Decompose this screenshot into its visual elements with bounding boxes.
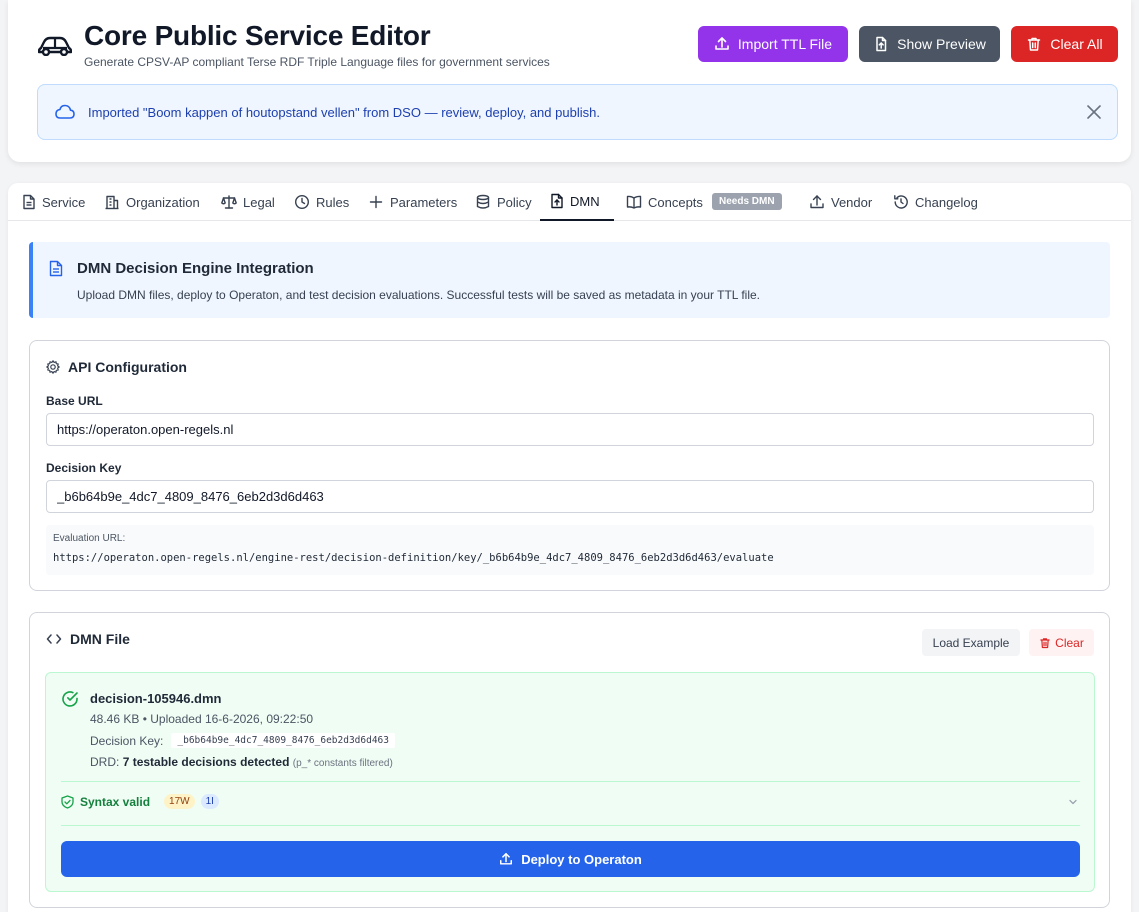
tab-parameters[interactable]: Parameters [366,183,459,221]
clear-label: Clear [1055,635,1084,650]
gear-icon [46,360,60,374]
dmn-file-panel: DMN File Load Example Clear decision-105… [29,612,1110,908]
tab-legal[interactable]: Legal [219,183,277,221]
tab-label: Service [42,194,86,210]
tab-policy[interactable]: Policy [473,183,534,221]
divider [61,781,1080,782]
check-circle-icon [61,690,79,708]
tab-rules[interactable]: Rules [292,183,351,221]
upload-icon [714,36,730,52]
dmn-file-heading: DMN File [46,631,130,647]
tab-label: Parameters [390,194,458,210]
tab-organization[interactable]: Organization [102,183,202,221]
drd-note: (p_* constants filtered) [292,758,393,769]
infos-badge: 1I [200,794,219,809]
drd-summary: DRD: 7 testable decisions detected (p_* … [90,755,393,769]
file-decision-key: Decision Key: _b6b64b9e_4dc7_4809_8476_6… [90,733,395,748]
shield-check-icon [61,794,74,809]
drd-prefix: DRD: [90,755,120,769]
clock-icon [294,194,310,210]
base-url-label: Base URL [46,394,103,408]
tab-label: Vendor [831,194,873,210]
upload-icon [809,194,825,210]
tab-label: DMN [570,193,600,209]
tab-label: Policy [497,194,532,210]
show-preview-label: Show Preview [897,36,986,52]
tab-label: Organization [126,194,200,210]
document-icon [22,194,36,210]
trash-icon [1039,637,1051,649]
plus-icon [368,194,384,210]
scale-icon [221,194,237,210]
import-notice: Imported "Boom kappen of houtopstand vel… [37,84,1118,140]
base-url-input[interactable] [46,413,1094,446]
file-upload-icon [873,36,889,52]
dmn-file-title: DMN File [70,631,130,647]
evaluation-url-label: Evaluation URL: [53,533,126,544]
syntax-status-row[interactable]: Syntax valid 17W 1I [61,794,219,809]
decision-key-code: _b6b64b9e_4dc7_4809_8476_6eb2d3d6d463 [171,733,395,748]
code-icon [46,632,62,646]
dmn-info-box: DMN Decision Engine Integration Upload D… [29,242,1110,318]
import-ttl-button[interactable]: Import TTL File [698,26,848,62]
file-name: decision-105946.dmn [90,691,222,706]
api-configuration-heading: API Configuration [46,359,187,375]
dmn-info-description: Upload DMN files, deploy to Operaton, an… [77,288,761,302]
tab-label: Legal [243,194,275,210]
decision-key-input[interactable] [46,480,1094,513]
main-card: Service Organization Legal Rules Paramet… [8,183,1131,912]
decision-key-caption: Decision Key: [90,733,164,748]
tab-concepts[interactable]: Concepts [624,183,705,221]
header-card: Core Public Service Editor Generate CPSV… [8,0,1131,162]
upload-icon [499,852,513,866]
evaluation-url: https://operaton.open-regels.nl/engine-r… [53,552,774,564]
clear-all-button[interactable]: Clear All [1011,26,1118,62]
tab-service[interactable]: Service [20,183,87,221]
tab-bar: Service Organization Legal Rules Paramet… [8,183,1131,221]
import-ttl-label: Import TTL File [737,36,833,52]
building-icon [104,194,120,210]
decision-key-label: Decision Key [46,461,122,475]
close-icon[interactable] [1085,103,1103,121]
divider [61,825,1080,826]
uploaded-file-card: decision-105946.dmn 48.46 KB • Uploaded … [45,672,1095,892]
tab-label: Rules [316,194,350,210]
tab-label: Concepts [648,194,703,210]
deploy-to-operaton-button[interactable]: Deploy to Operaton [61,841,1080,877]
drd-count: 7 testable decisions detected [122,755,290,769]
file-meta: 48.46 KB • Uploaded 16-6-2026, 09:22:50 [90,712,314,726]
warnings-badge: 17W [164,794,195,809]
car-logo-icon [38,34,72,56]
evaluation-url-box: Evaluation URL: https://operaton.open-re… [46,525,1094,575]
database-icon [475,194,491,210]
tab-vendor[interactable]: Vendor [807,183,874,221]
cloud-icon [54,103,76,121]
document-icon [49,260,63,277]
trash-icon [1026,36,1042,52]
clear-button[interactable]: Clear [1029,629,1094,656]
show-preview-button[interactable]: Show Preview [859,26,1000,62]
app-subtitle: Generate CPSV-AP compliant Terse RDF Tri… [84,55,550,69]
tab-dmn[interactable]: DMN [540,183,614,221]
deploy-label: Deploy to Operaton [521,851,642,867]
app-title: Core Public Service Editor [84,20,431,51]
chevron-down-icon[interactable] [1068,797,1078,807]
notice-text: Imported "Boom kappen of houtopstand vel… [88,104,600,120]
load-example-button[interactable]: Load Example [922,629,1020,656]
dmn-info-title: DMN Decision Engine Integration [77,260,314,277]
history-icon [893,194,909,210]
syntax-valid-label: Syntax valid [80,794,151,809]
file-upload-icon [550,193,564,209]
needs-dmn-badge: Needs DMN [712,193,782,210]
book-icon [626,194,642,210]
api-configuration-title: API Configuration [68,359,187,375]
clear-all-label: Clear All [1050,36,1103,52]
api-configuration-panel: API Configuration Base URL Decision Key … [29,340,1110,591]
tab-label: Changelog [915,194,978,210]
tab-changelog[interactable]: Changelog [891,183,980,221]
